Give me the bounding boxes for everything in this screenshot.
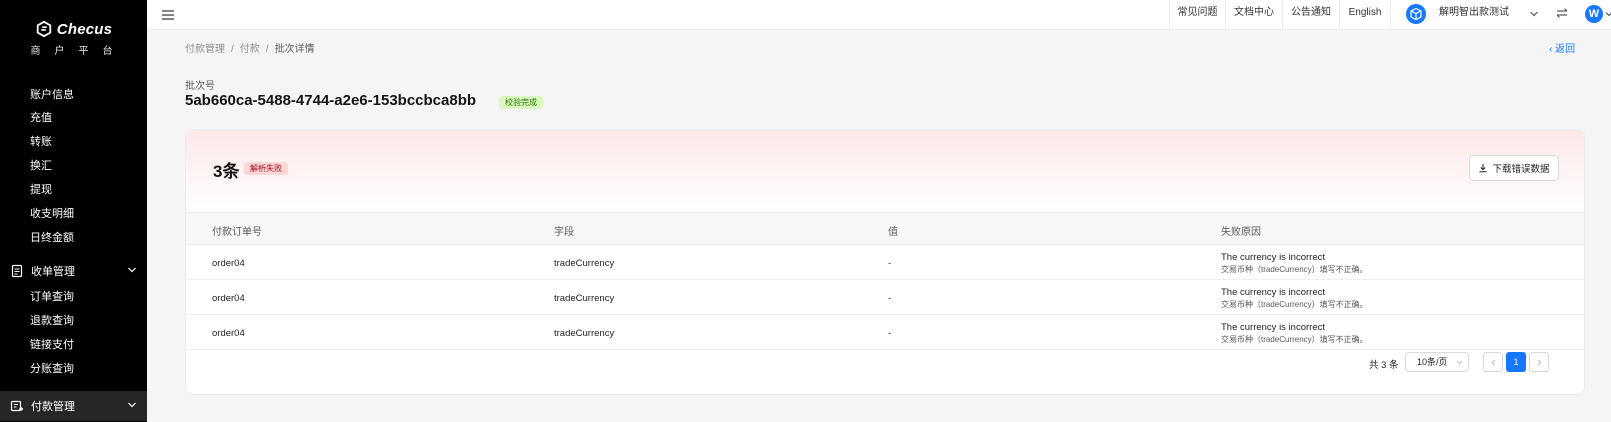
sidebar-item-order-query[interactable]: 订单查询 <box>30 288 74 304</box>
table-row: order04 tradeCurrency - The currency is … <box>186 280 1584 315</box>
cell-field: tradeCurrency <box>554 258 615 269</box>
sidebar: Checus 商户平台 账户信息 充值 转账 换汇 提现 收支明细 日终金额 收… <box>0 0 147 422</box>
batch-number-label: 批次号 <box>185 81 215 92</box>
breadcrumb-payout-management[interactable]: 付款管理 <box>185 44 225 55</box>
account-name[interactable]: 解明智出款测试 <box>1439 0 1509 26</box>
user-avatar[interactable]: W <box>1585 5 1603 23</box>
sidebar-item-refund-query[interactable]: 退款查询 <box>30 312 74 328</box>
table-header: 付款订单号 字段 值 失败原因 <box>186 212 1584 245</box>
cell-fail-reason-detail: 交易币种（tradeCurrency）填写不正确。 <box>1221 335 1368 344</box>
header-link-faq[interactable]: 常见问题 <box>1169 0 1225 30</box>
sidebar-item-transfer[interactable]: 转账 <box>30 133 52 149</box>
column-header-value: 值 <box>888 227 898 238</box>
table-row: order04 tradeCurrency - The currency is … <box>186 315 1584 350</box>
column-header-order-no: 付款订单号 <box>212 227 262 238</box>
prev-page-button[interactable] <box>1483 352 1503 372</box>
sidebar-item-account-info[interactable]: 账户信息 <box>30 86 74 102</box>
brand-subtitle: 商户平台 <box>30 46 127 57</box>
sidebar-item-link-payment[interactable]: 链接支付 <box>30 336 74 352</box>
logo: Checus 商户平台 <box>0 20 147 58</box>
cell-order-no: order04 <box>212 293 245 304</box>
top-header: 常见问题 文档中心 公告通知 English 解明智出款测试 W <box>147 0 1611 30</box>
breadcrumb: 付款管理 / 付款 / 批次详情 <box>185 40 315 55</box>
chevron-right-icon <box>1537 359 1542 366</box>
download-error-data-button[interactable]: 下载错误数据 <box>1469 155 1559 181</box>
next-page-button[interactable] <box>1529 352 1549 372</box>
chevron-down-icon[interactable] <box>1529 9 1539 19</box>
swap-icon[interactable] <box>1555 6 1569 20</box>
cell-value: - <box>888 328 892 339</box>
page-size-value: 10条/页 <box>1417 357 1448 367</box>
error-result-card: 3条 解析失败 下载错误数据 付款订单号 字段 值 失败原因 order04 t… <box>185 129 1585 395</box>
cell-fail-reason: The currency is incorrect <box>1221 322 1326 333</box>
sidebar-group-collect-label: 收单管理 <box>31 266 75 278</box>
download-button-label: 下载错误数据 <box>1492 164 1550 175</box>
sidebar-item-split-query[interactable]: 分账查询 <box>30 360 74 376</box>
chevron-down-icon <box>128 402 136 408</box>
header-link-language[interactable]: English <box>1339 0 1391 30</box>
header-link-docs[interactable]: 文档中心 <box>1225 0 1282 30</box>
breadcrumb-payout[interactable]: 付款 <box>240 44 260 55</box>
back-link[interactable]: ‹ 返回 <box>1549 40 1575 55</box>
sidebar-group-payout-label: 付款管理 <box>31 401 75 413</box>
chevron-down-icon[interactable] <box>1605 10 1611 18</box>
cell-fail-reason: The currency is incorrect <box>1221 252 1326 263</box>
account-cube-icon[interactable] <box>1406 4 1426 24</box>
cell-fail-reason: The currency is incorrect <box>1221 287 1326 298</box>
sidebar-item-exchange[interactable]: 换汇 <box>30 157 52 173</box>
column-header-fail-reason: 失败原因 <box>1221 227 1261 238</box>
chevron-left-icon: ‹ <box>1549 44 1553 55</box>
cell-fail-reason-detail: 交易币种（tradeCurrency）填写不正确。 <box>1221 265 1368 274</box>
page-button-1[interactable]: 1 <box>1506 352 1526 372</box>
page-size-select[interactable]: 10条/页 <box>1405 352 1469 372</box>
cell-field: tradeCurrency <box>554 293 615 304</box>
cell-order-no: order04 <box>212 328 245 339</box>
breadcrumb-separator: / <box>231 44 234 55</box>
payout-icon <box>10 400 24 412</box>
sidebar-item-daily-balance[interactable]: 日终金额 <box>30 229 74 245</box>
cell-fail-reason-detail: 交易币种（tradeCurrency）填写不正确。 <box>1221 300 1368 309</box>
cell-value: - <box>888 293 892 304</box>
cell-field: tradeCurrency <box>554 328 615 339</box>
menu-toggle-icon[interactable] <box>161 8 175 22</box>
chevron-down-icon <box>1456 360 1463 365</box>
validation-status-badge: 校验完成 <box>499 96 543 109</box>
sidebar-item-statement[interactable]: 收支明细 <box>30 205 74 221</box>
pagination-total: 共 3 条 <box>1369 360 1399 371</box>
download-icon <box>1479 164 1487 173</box>
sidebar-group-collect[interactable]: 收单管理 <box>0 256 147 286</box>
sidebar-item-recharge[interactable]: 充值 <box>30 109 52 125</box>
document-icon <box>11 264 23 278</box>
card-header: 3条 解析失败 下载错误数据 <box>186 130 1584 212</box>
header-link-announcements[interactable]: 公告通知 <box>1282 0 1339 30</box>
cell-order-no: order04 <box>212 258 245 269</box>
sidebar-group-payout[interactable]: 付款管理 <box>0 391 147 421</box>
record-count: 3条 <box>213 162 240 181</box>
checus-logo-icon <box>36 20 51 38</box>
breadcrumb-separator: / <box>265 44 269 55</box>
table-row: order04 tradeCurrency - The currency is … <box>186 245 1584 280</box>
breadcrumb-batch-detail: 批次详情 <box>274 44 315 55</box>
chevron-left-icon <box>1490 359 1495 366</box>
back-label: 返回 <box>1555 44 1576 55</box>
column-header-field: 字段 <box>554 227 574 238</box>
brand-name: Checus <box>56 20 113 38</box>
parse-failed-badge: 解析失败 <box>244 162 288 175</box>
chevron-down-icon <box>128 267 136 273</box>
sidebar-item-withdraw[interactable]: 提现 <box>30 181 52 197</box>
batch-id: 5ab660ca-5488-4744-a2e6-153bccbca8bb <box>185 92 477 109</box>
cell-value: - <box>888 258 892 269</box>
